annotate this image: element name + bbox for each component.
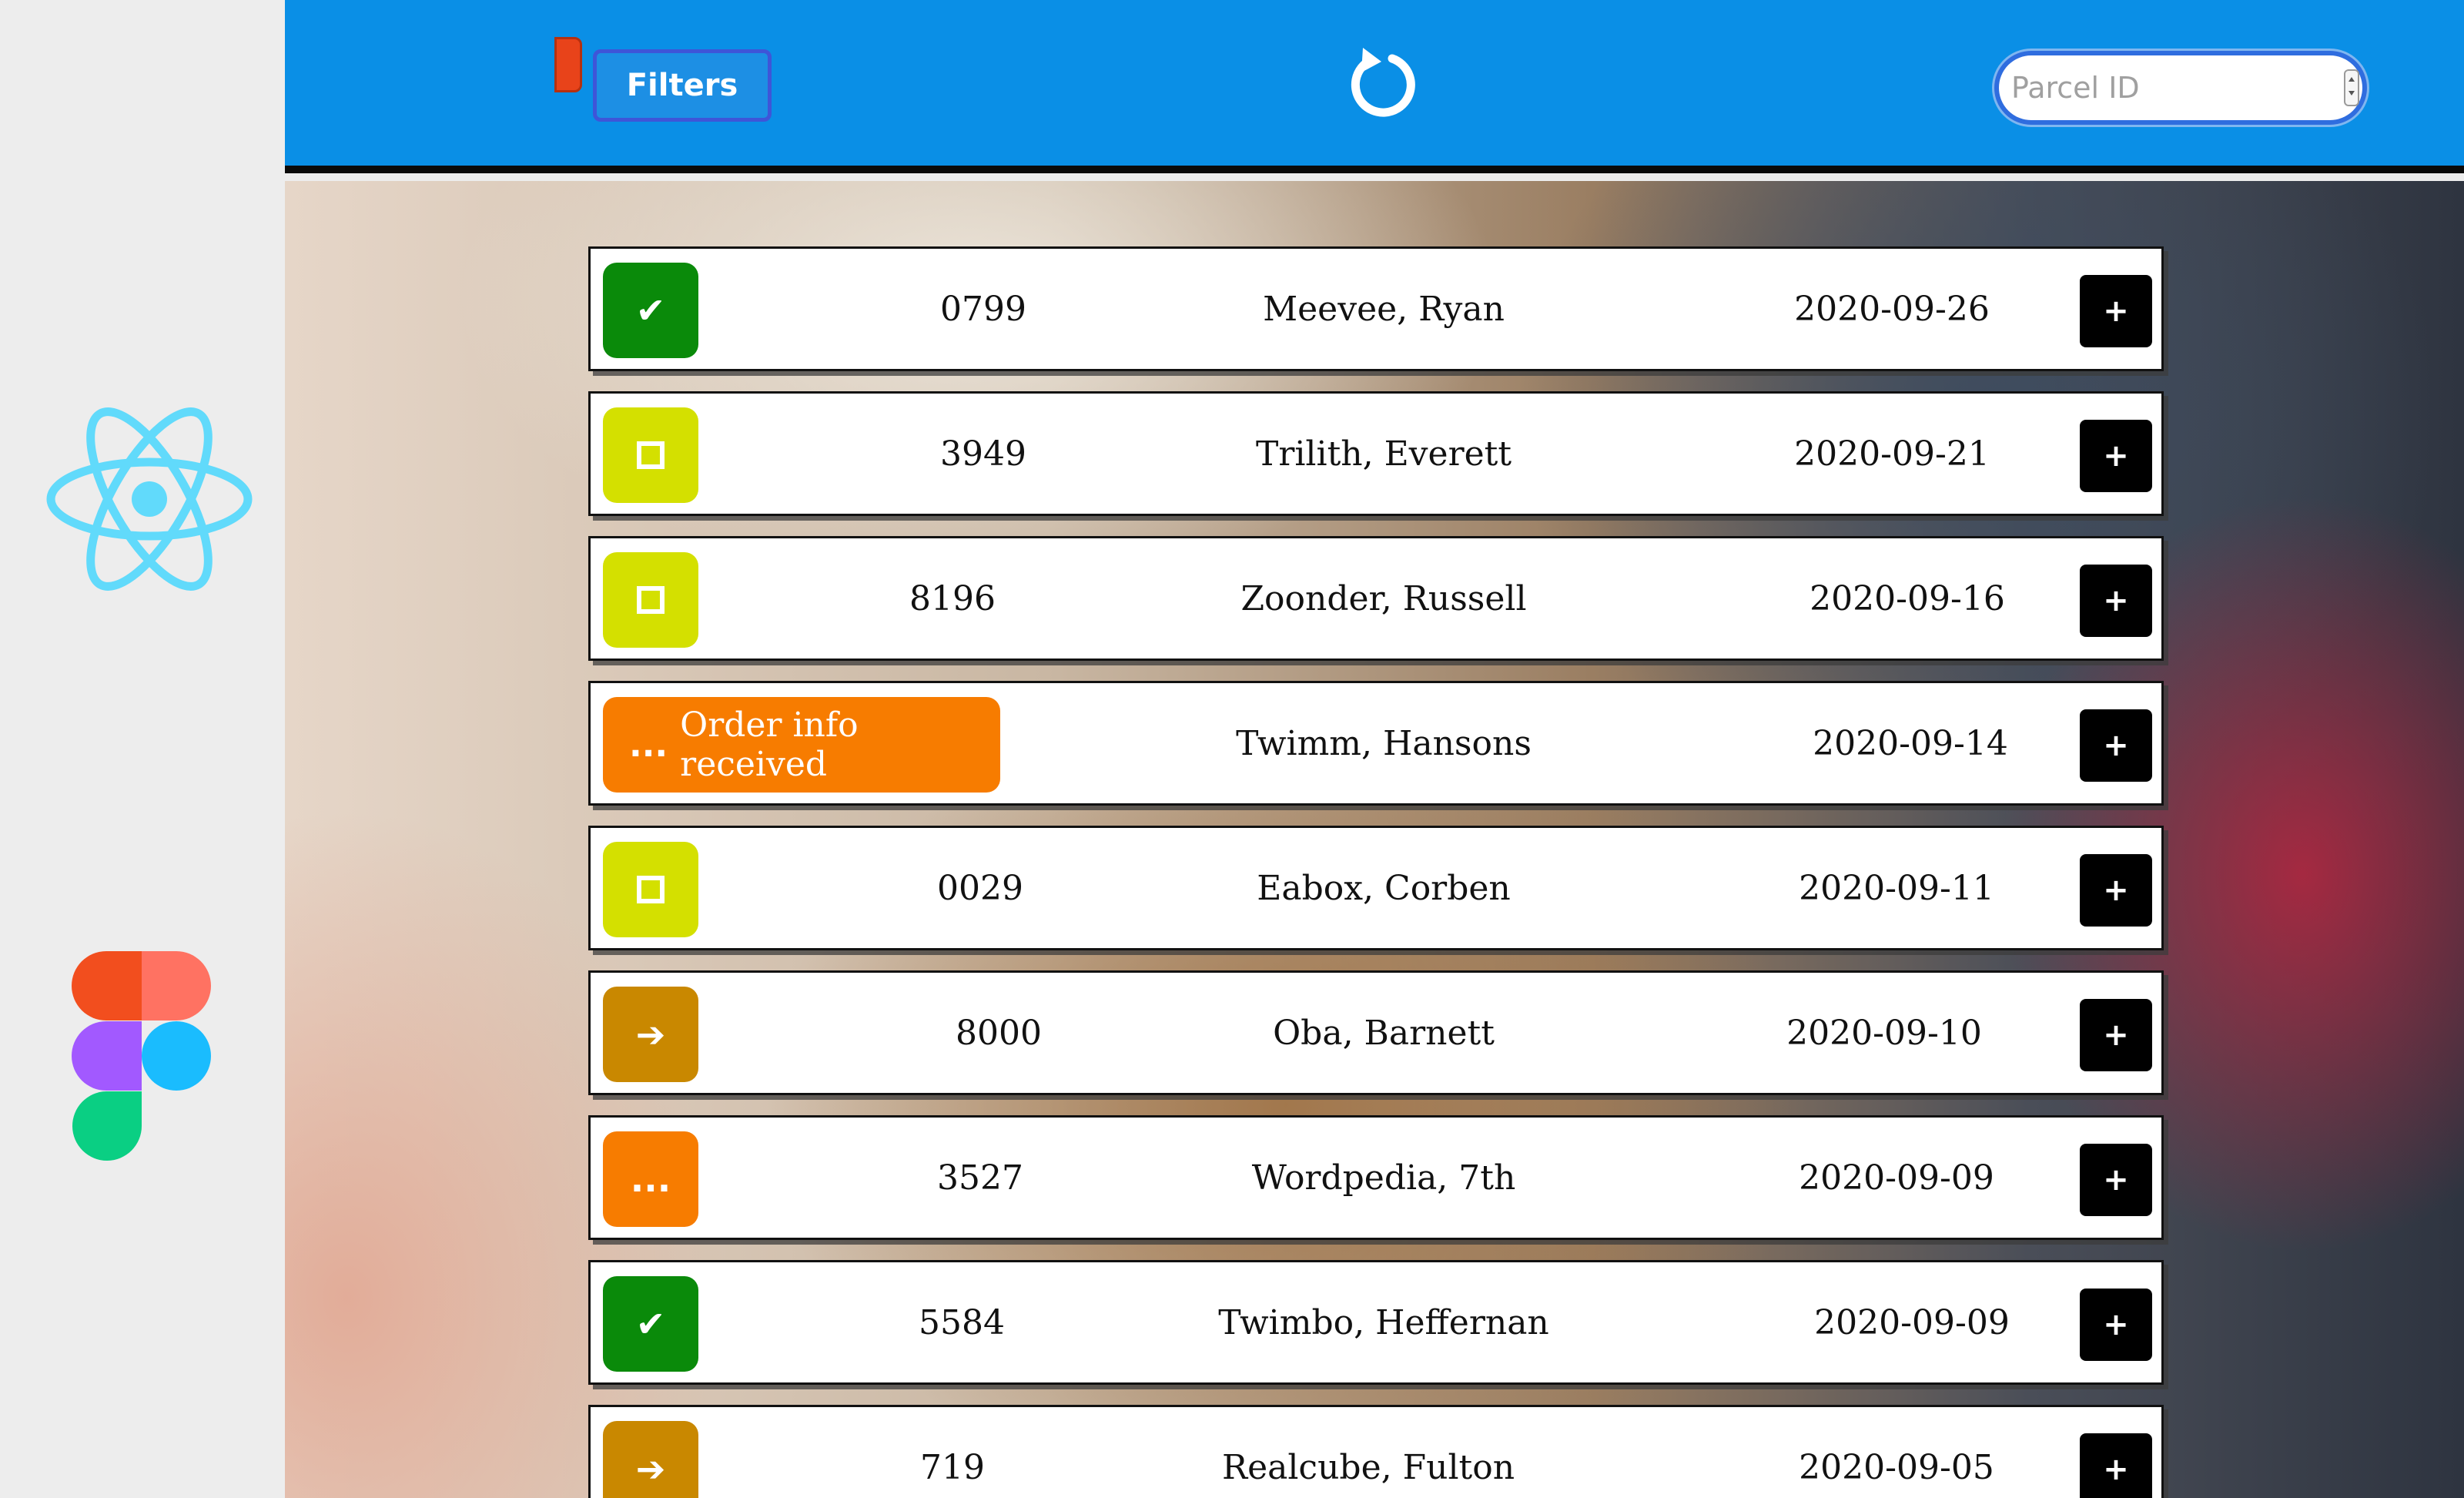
parcel-id: 8000	[956, 1013, 1042, 1053]
status-delivered-button[interactable]: ✔	[603, 1276, 698, 1372]
parcel-date: 2020-09-14	[1813, 723, 2008, 763]
expand-button[interactable]: +	[2080, 1144, 2152, 1216]
status-pending-button[interactable]	[603, 407, 698, 503]
parcel-id-search	[1994, 51, 2367, 125]
parcel-id: 3949	[940, 434, 1026, 474]
check-icon: ✔	[635, 1303, 666, 1345]
parcel-row: ✔ 5584 Twimbo, Heffernan 2020-09-09 +	[588, 1260, 2164, 1385]
figma-logo-icon	[72, 951, 211, 1161]
parcel-date: 2020-09-21	[1794, 434, 1990, 474]
arrow-right-icon: ➔	[635, 1014, 666, 1055]
parcel-row: 3949 Trilith, Everett 2020-09-21 +	[588, 391, 2164, 516]
recipient-name: Wordpedia, 7th	[1251, 1158, 1516, 1198]
recipient-name: Zoonder, Russell	[1240, 578, 1527, 618]
parcel-id: 3527	[937, 1158, 1023, 1198]
status-label: Order info received	[680, 705, 859, 784]
status-in-transit-button[interactable]: ➔	[603, 1421, 698, 1498]
recipient-name: Meevee, Ryan	[1263, 289, 1505, 329]
expand-button[interactable]: +	[2080, 275, 2152, 347]
sidebar	[0, 0, 285, 1498]
square-icon	[637, 586, 665, 614]
status-processing-button[interactable]: ...	[603, 1131, 698, 1227]
status-pending-button[interactable]	[603, 842, 698, 937]
refresh-icon[interactable]	[1348, 43, 1421, 122]
recipient-name: Oba, Barnett	[1273, 1013, 1495, 1053]
parcel-date: 2020-09-10	[1786, 1013, 1982, 1053]
parcel-row: ➔ 719 Realcube, Fulton 2020-09-05 +	[588, 1405, 2164, 1498]
recipient-name: Twimm, Hansons	[1236, 723, 1532, 763]
status-in-transit-button[interactable]: ➔	[603, 987, 698, 1082]
expand-button[interactable]: +	[2080, 565, 2152, 637]
parcel-id: 8196	[909, 578, 996, 618]
expand-button[interactable]: +	[2080, 420, 2152, 492]
dots-icon: ...	[630, 1158, 671, 1200]
expand-button[interactable]: +	[2080, 999, 2152, 1071]
status-pending-button[interactable]	[603, 552, 698, 648]
square-icon	[637, 876, 665, 903]
expand-button[interactable]: +	[2080, 1289, 2152, 1361]
parcel-date: 2020-09-05	[1799, 1447, 1994, 1487]
parcel-row: ➔ 8000 Oba, Barnett 2020-09-10 +	[588, 970, 2164, 1095]
react-logo-icon	[46, 407, 253, 591]
expand-button[interactable]: +	[2080, 1433, 2152, 1498]
filters-button[interactable]: Filters	[593, 49, 772, 122]
stepper-icon[interactable]	[2344, 69, 2359, 106]
parcel-row: 8196 Zoonder, Russell 2020-09-16 +	[588, 536, 2164, 661]
recipient-name: Twimbo, Heffernan	[1218, 1302, 1549, 1342]
parcel-id: 5584	[919, 1302, 1005, 1342]
expand-button[interactable]: +	[2080, 854, 2152, 927]
parcel-list-area: ✔ 0799 Meevee, Ryan 2020-09-26 + 3949 Tr…	[285, 181, 2464, 1498]
parcel-id: 0029	[937, 868, 1023, 908]
parcel-id: 0799	[940, 289, 1026, 329]
parcel-date: 2020-09-16	[1810, 578, 2005, 618]
arrow-right-icon: ➔	[635, 1448, 666, 1490]
square-icon	[637, 441, 665, 469]
parcel-row: ✔ 0799 Meevee, Ryan 2020-09-26 +	[588, 246, 2164, 371]
parcel-id: 719	[920, 1447, 985, 1487]
collapsed-tab-handle[interactable]	[554, 37, 582, 92]
recipient-name: Eabox, Corben	[1257, 868, 1511, 908]
parcel-row: ... 3527 Wordpedia, 7th 2020-09-09 +	[588, 1115, 2164, 1240]
status-delivered-button[interactable]: ✔	[603, 263, 698, 358]
parcel-date: 2020-09-09	[1814, 1302, 2010, 1342]
parcel-id-input[interactable]	[2011, 63, 2319, 112]
recipient-name: Trilith, Everett	[1255, 434, 1512, 474]
expand-button[interactable]: +	[2080, 709, 2152, 782]
parcel-row: ... Order info received Twimm, Hansons 2…	[588, 681, 2164, 806]
parcel-date: 2020-09-09	[1799, 1158, 1994, 1198]
parcel-date: 2020-09-26	[1794, 289, 1990, 329]
recipient-name: Realcube, Fulton	[1221, 1447, 1515, 1487]
parcel-date: 2020-09-11	[1799, 868, 1994, 908]
parcel-row: 0029 Eabox, Corben 2020-09-11 +	[588, 826, 2164, 950]
check-icon: ✔	[635, 290, 666, 331]
status-processing-button[interactable]: ... Order info received	[603, 697, 1000, 793]
dots-icon: ...	[629, 725, 668, 765]
app-header: Filters	[285, 0, 2464, 173]
